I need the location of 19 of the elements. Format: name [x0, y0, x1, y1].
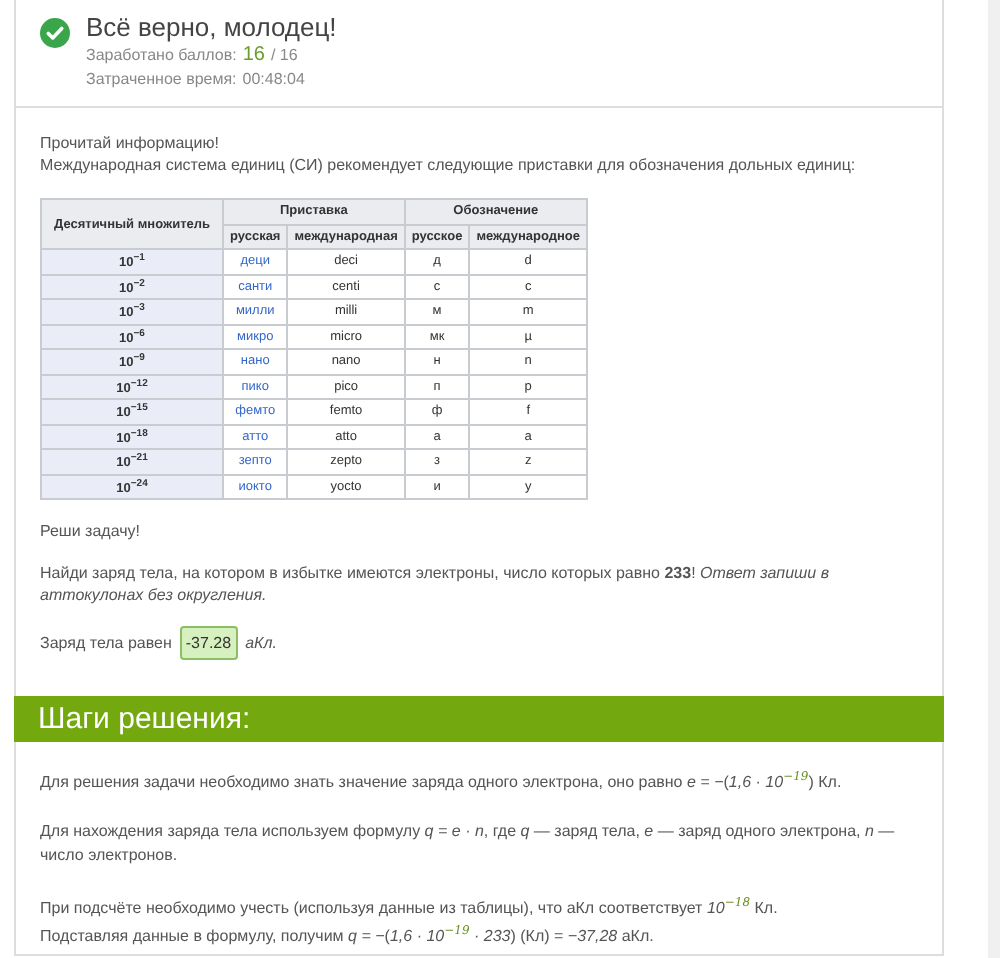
result-title: Всё верно, молодец!: [86, 10, 337, 44]
info-text: Международная система единиц (СИ) рекомендует следующие приставки для обозначения дольных единиц:: [40, 154, 858, 176]
solution-text: Для нахождения заряда тела используем формулу q = e · n, где q — заряд тела, e — заряд одного электрона, n — число электронов.: [40, 819, 897, 868]
time-label: Затраченное время:: [86, 70, 237, 88]
solution-text: При подсчёте необходимо учесть (используя данные из таблицы), что аКл соответствует 10$^{−18}$ Кл.: [40, 893, 780, 921]
check-icon: [40, 18, 70, 48]
solution-text: Подставляя данные в формулу, получим q = −(1,6 · 10$^{−19}$ · 233) (Кл) = −37,28 аКл.: [40, 922, 656, 950]
solution-text: Для решения задачи необходимо знать значение заряда одного электрона, оно равно e = −(1,6 · 10$^{−19}$) Кл.: [40, 768, 844, 796]
unit-label: аКл.: [245, 632, 277, 654]
time-value: 00:48:04: [242, 70, 305, 88]
question-text: Найди заряд тела, на котором в избытке имеются электроны, число которых равно 233! Ответ запиши в аттокулонах без округления.: [40, 562, 832, 606]
section-banner: Шаги решения:: [14, 696, 944, 742]
score-value: 16: [242, 44, 265, 66]
score-label: Заработано баллов:: [86, 46, 237, 64]
answer-field[interactable]: -37.28: [179, 626, 238, 660]
task-heading: Реши задачу!: [40, 520, 142, 542]
answer-label: Заряд тела равен: [40, 632, 172, 654]
info-text: Прочитай информацию!: [40, 132, 221, 154]
score-total: / 16: [270, 46, 298, 64]
